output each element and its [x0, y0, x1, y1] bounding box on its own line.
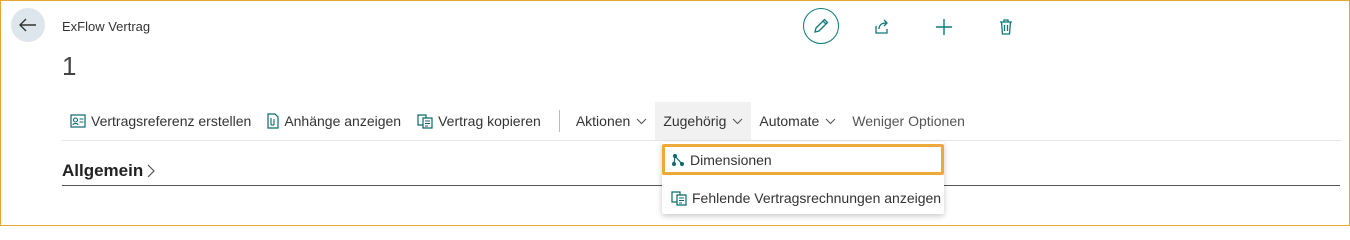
share-icon — [875, 19, 888, 34]
arrow-left-icon — [19, 18, 36, 32]
edit-button[interactable] — [803, 8, 839, 44]
command-separator — [558, 110, 560, 132]
document-icon — [671, 190, 687, 206]
delete-button[interactable] — [996, 17, 1016, 37]
menu-item-dimensions[interactable]: Dimensionen — [662, 144, 944, 175]
show-attachments-label: Anhänge anzeigen — [284, 113, 402, 129]
actions-menu-button[interactable]: Aktionen — [568, 102, 655, 140]
chevron-down-icon — [636, 118, 647, 125]
copy-contract-button[interactable]: Vertrag kopieren — [409, 102, 549, 140]
related-menu-button[interactable]: Zugehörig — [655, 102, 752, 140]
chevron-down-icon — [825, 118, 836, 125]
fewer-options-button[interactable]: Weniger Optionen — [844, 102, 973, 140]
show-attachments-button[interactable]: Anhänge anzeigen — [259, 102, 409, 140]
chevron-down-icon — [732, 118, 743, 125]
automate-menu-button[interactable]: Automate — [751, 102, 844, 140]
menu-item-label: Dimensionen — [690, 151, 772, 168]
command-bar: Vertragsreferenz erstellen Anhänge anzei… — [62, 102, 973, 140]
add-button[interactable] — [934, 17, 954, 37]
record-number: 1 — [62, 51, 77, 81]
edit-icon — [814, 18, 829, 33]
create-reference-button[interactable]: Vertragsreferenz erstellen — [62, 102, 259, 140]
contract-reference-icon — [70, 114, 86, 128]
related-dropdown-menu: Dimensionen Fehlende Vertragsrechnungen … — [662, 142, 944, 214]
command-bar-divider — [62, 140, 1342, 141]
chevron-right-icon — [147, 164, 156, 178]
copy-document-icon — [417, 113, 433, 129]
actions-label: Aktionen — [575, 113, 631, 129]
share-button[interactable] — [872, 17, 892, 37]
create-reference-label: Vertragsreferenz erstellen — [91, 113, 252, 129]
add-icon — [936, 19, 952, 35]
copy-contract-label: Vertrag kopieren — [438, 113, 541, 129]
page-caption: ExFlow Vertrag — [62, 19, 151, 34]
section-header-general[interactable]: Allgemein — [62, 161, 156, 181]
delete-icon — [1000, 19, 1012, 35]
dimensions-icon — [671, 153, 685, 167]
related-label: Zugehörig — [663, 113, 727, 129]
attachment-document-icon — [267, 113, 279, 129]
section-title: Allgemein — [62, 161, 144, 180]
automate-label: Automate — [759, 113, 820, 129]
menu-item-missing-invoices[interactable]: Fehlende Vertragsrechnungen anzeigen — [662, 181, 944, 215]
fewer-options-label: Weniger Optionen — [852, 113, 965, 129]
menu-item-label: Fehlende Vertragsrechnungen anzeigen — [692, 190, 942, 206]
back-button[interactable] — [11, 8, 45, 42]
